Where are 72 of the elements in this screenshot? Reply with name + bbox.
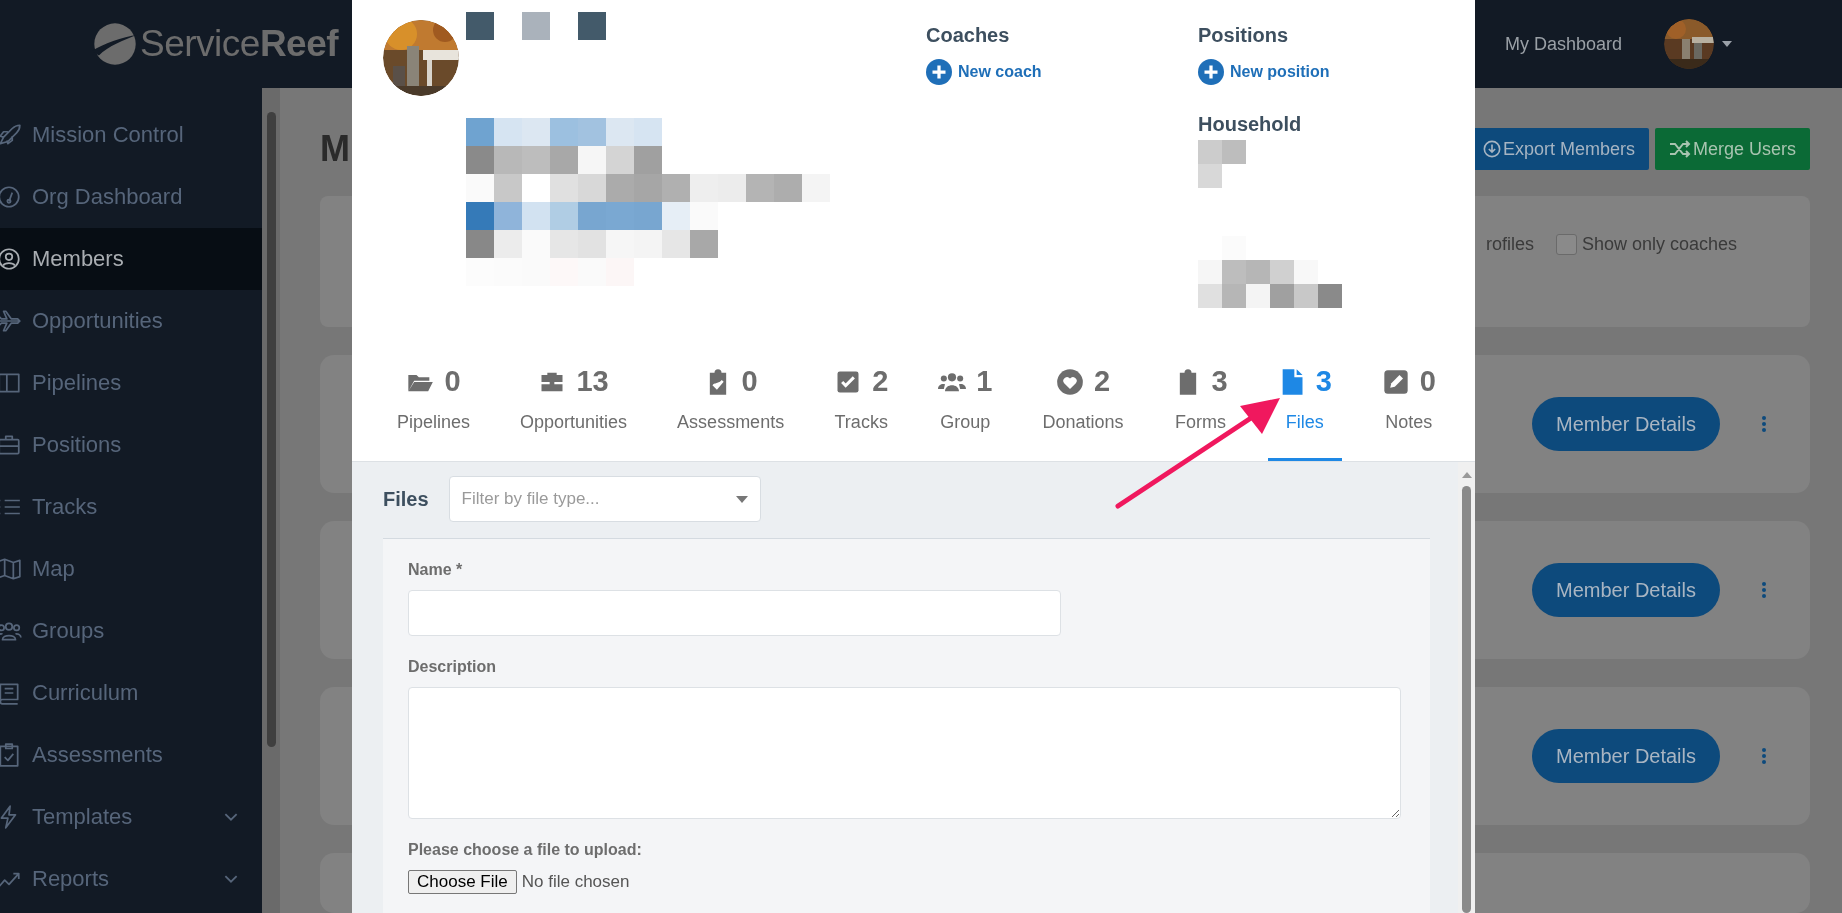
dashboard-link[interactable]: My Dashboard: [1504, 33, 1622, 55]
sidebar-item[interactable]: Map: [0, 538, 262, 600]
map-icon: [0, 556, 22, 582]
stat-tab[interactable]: 2 Donations: [1032, 365, 1134, 461]
user-menu[interactable]: [1664, 19, 1732, 69]
sidebar-item[interactable]: Groups: [0, 600, 262, 662]
logo[interactable]: ServiceReef: [92, 21, 339, 67]
logo-text: ServiceReef: [140, 23, 339, 65]
section-heading: Positions: [1198, 24, 1289, 47]
sidebar-item[interactable]: Opportunities: [0, 290, 262, 352]
sidebar-item[interactable]: Assessments: [0, 724, 262, 786]
gauge-icon: [0, 184, 22, 210]
heart-circle-icon: [1055, 367, 1084, 396]
merge-button[interactable]: Merge Users: [1654, 128, 1810, 170]
stat-tab[interactable]: 1 Group: [928, 365, 1003, 461]
scrollbar[interactable]: [266, 112, 276, 747]
more-icon[interactable]: [1762, 416, 1766, 432]
new-position-link[interactable]: New position: [1198, 59, 1470, 85]
more-icon[interactable]: [1762, 582, 1766, 598]
member-details-button[interactable]: Member Details: [1532, 397, 1720, 451]
scroll-up-icon: [1461, 472, 1472, 478]
field-label: Description: [408, 658, 497, 676]
choose-file-button[interactable]: Choose File: [408, 870, 517, 894]
name-field[interactable]: [408, 590, 1061, 636]
sidebar-item[interactable]: Org Dashboard: [0, 166, 262, 228]
more-icon[interactable]: [1762, 748, 1766, 764]
sidebar-item[interactable]: Mission Control: [0, 104, 262, 166]
filter-label: rofiles: [1485, 234, 1534, 255]
description-field[interactable]: [408, 687, 1401, 819]
file-type-select[interactable]: Filter by file type...: [448, 476, 761, 522]
sidebar-item[interactable]: Members: [0, 228, 262, 290]
toolbox-icon: [0, 432, 22, 458]
chevron-down-icon: [224, 874, 238, 884]
files-heading: Files: [383, 487, 429, 511]
rocket-icon: [0, 122, 22, 148]
book-icon: [0, 680, 22, 706]
stat-tab[interactable]: 0 Assessments: [667, 365, 795, 461]
stat-tab[interactable]: 2 Tracks: [824, 365, 899, 461]
stat-tab[interactable]: 0 Pipelines: [387, 365, 481, 461]
airplane-icon: [0, 308, 22, 334]
field-label: Name *: [408, 561, 464, 579]
columns-icon: [0, 370, 22, 396]
logo-icon: [92, 21, 138, 67]
section-heading: Household: [1198, 113, 1303, 136]
chevron-down-icon: [224, 812, 238, 822]
sidebar-item[interactable]: Templates: [0, 786, 262, 848]
pencil-square-icon: [1381, 367, 1410, 396]
sidebar-item[interactable]: Curriculum: [0, 662, 262, 724]
stat-tab[interactable]: 0 Notes: [1371, 365, 1446, 461]
file-status: No file chosen: [521, 872, 630, 892]
field-label: Please choose a file to upload:: [408, 841, 643, 859]
caret-icon: [1722, 41, 1732, 47]
plus-circle-icon: [926, 59, 952, 85]
plus-circle-icon: [1198, 59, 1224, 85]
download-icon: [1482, 140, 1501, 158]
new-coach-link[interactable]: New coach: [926, 59, 1198, 85]
sidebar-item[interactable]: Pipelines: [0, 352, 262, 414]
shuffle-icon: [1668, 140, 1691, 158]
clipboard-check-icon: [0, 742, 22, 768]
sidebar-item[interactable]: Tracks: [0, 476, 262, 538]
redaction-mosaic: [1198, 140, 1246, 188]
stat-tab[interactable]: 3 Forms: [1163, 365, 1238, 461]
sidebar-item[interactable]: Reports: [0, 848, 262, 910]
section-heading: Coaches: [926, 24, 1011, 47]
page-title: M: [320, 128, 350, 170]
member-details-button[interactable]: Member Details: [1532, 729, 1720, 783]
scrollbar[interactable]: [1462, 486, 1471, 913]
caret-icon: [735, 495, 748, 503]
show-coaches-checkbox[interactable]: Show only coaches: [1555, 234, 1737, 255]
member-details-button[interactable]: Member Details: [1532, 563, 1720, 617]
sidebar-item[interactable]: Positions: [0, 414, 262, 476]
stat-tab[interactable]: 13 Opportunities: [510, 365, 638, 461]
